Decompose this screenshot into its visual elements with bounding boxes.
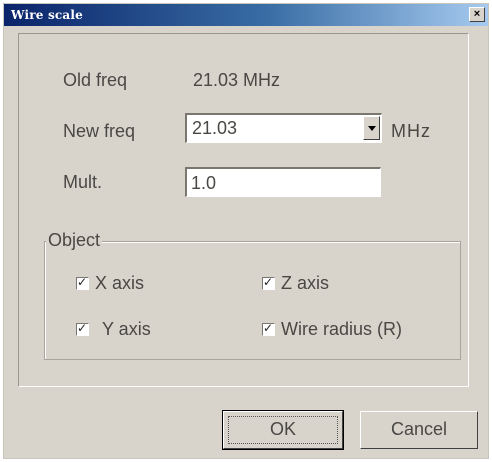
chevron-down-icon <box>368 126 376 131</box>
object-groupbox <box>44 241 461 360</box>
z-axis-label: Z axis <box>281 272 330 293</box>
window-title: Wire scale <box>11 8 83 22</box>
y-axis-checkbox[interactable]: ✓ <box>76 320 89 336</box>
checkbox-wire-radius[interactable]: ✓ Wire radius (R) <box>262 318 402 340</box>
x-axis-checkbox[interactable]: ✓ <box>76 274 89 290</box>
wire-radius-label: Wire radius (R) <box>281 318 403 339</box>
checkbox-z-axis[interactable]: ✓ Z axis <box>262 272 329 294</box>
z-axis-checkbox[interactable]: ✓ <box>262 274 275 290</box>
old-freq-label: Old freq <box>63 70 128 90</box>
checkmark-icon: ✓ <box>263 320 274 335</box>
mult-field[interactable] <box>185 167 381 197</box>
new-freq-label: New freq <box>63 121 136 141</box>
wire-radius-checkbox[interactable]: ✓ <box>262 320 275 336</box>
close-icon: × <box>473 8 481 20</box>
title-bar[interactable]: Wire scale × <box>4 4 488 26</box>
y-axis-label: Y axis <box>102 318 151 339</box>
new-freq-value[interactable]: 21.03 <box>192 118 237 139</box>
new-freq-unit: MHz <box>391 121 431 141</box>
cancel-button[interactable]: Cancel <box>360 411 478 449</box>
mult-input[interactable] <box>191 172 371 194</box>
checkmark-icon: ✓ <box>77 320 88 335</box>
x-axis-label: X axis <box>95 272 145 293</box>
object-group-legend: Object <box>46 230 103 251</box>
checkmark-icon: ✓ <box>77 274 88 289</box>
ok-button[interactable]: OK <box>222 410 344 450</box>
new-freq-combobox[interactable]: 21.03 <box>185 113 382 143</box>
checkbox-x-axis[interactable]: ✓ X axis <box>76 272 144 294</box>
new-freq-dropdown-button[interactable] <box>363 116 380 140</box>
checkmark-icon: ✓ <box>263 274 274 289</box>
checkbox-y-axis[interactable]: ✓ Y axis <box>76 318 151 340</box>
old-freq-value: 21.03 MHz <box>193 70 281 90</box>
close-button[interactable]: × <box>469 7 485 22</box>
mult-label: Mult. <box>63 172 103 192</box>
